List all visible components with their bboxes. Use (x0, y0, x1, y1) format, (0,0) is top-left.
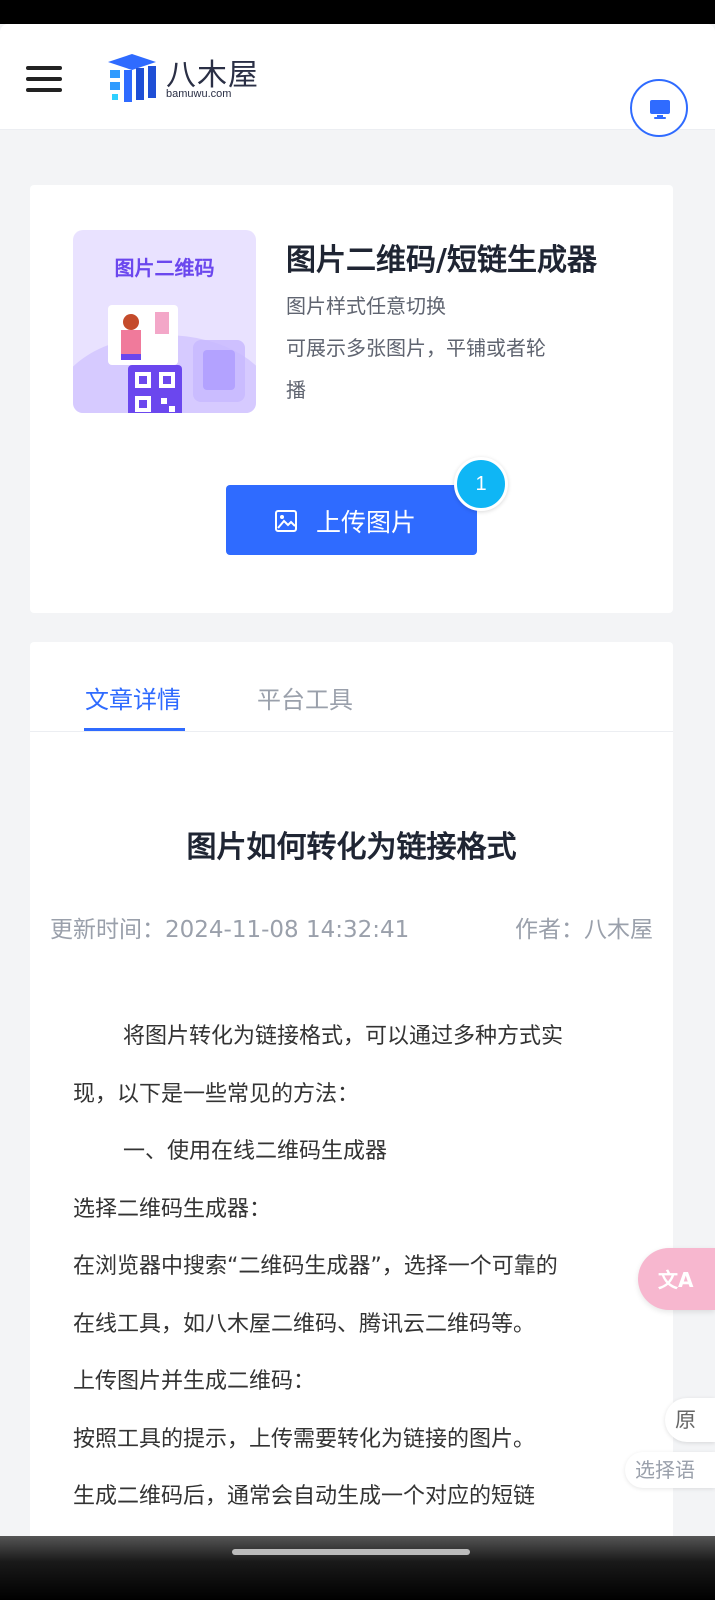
status-bar (0, 0, 715, 24)
image-icon (275, 510, 297, 532)
logo-domain: bamuwu.com (166, 88, 232, 100)
site-header: 八木屋 bamuwu.com (0, 24, 715, 137)
step-badge: 1 (454, 457, 508, 511)
monitor-icon (650, 100, 670, 119)
navigation-bar (0, 1536, 715, 1600)
article-paragraph: 一、使用在线二维码生成器 (123, 1139, 388, 1164)
tab-bar: 文章详情 平台工具 (30, 642, 673, 732)
select-language-button[interactable]: 选择语 (625, 1452, 715, 1488)
product-card: 图片二维码 图片二维码/短链生成器 图片样式任意切换 可展示多张图片，平铺或者轮… (30, 185, 673, 613)
hamburger-menu-icon[interactable] (26, 64, 64, 94)
qr-illustration-icon (73, 305, 256, 413)
article-paragraph: 将图片转化为链接格式，可以通过多种方式实 (123, 1024, 564, 1049)
article-paragraph: 上传图片并生成二维码： (73, 1369, 316, 1394)
article-paragraph: 在浏览器中搜索“二维码生成器”，选择一个可靠的 (73, 1254, 558, 1279)
original-text-button[interactable]: 原 (665, 1398, 715, 1442)
article-author: 作者：八木屋 (515, 917, 653, 943)
product-desc-line: 图片样式任意切换 (286, 294, 446, 318)
product-thumbnail: 图片二维码 (73, 230, 256, 413)
home-indicator[interactable] (232, 1549, 470, 1555)
translate-icon: 文A (658, 1268, 694, 1292)
tab-platform-tools[interactable]: 平台工具 (257, 680, 353, 715)
product-desc-line: 可展示多张图片，平铺或者轮 (286, 336, 546, 360)
upload-image-button[interactable]: 上传图片 (226, 485, 477, 555)
logo-mark-icon (108, 54, 156, 102)
active-tab-indicator (84, 728, 185, 731)
translate-float-button[interactable]: 文A (638, 1248, 715, 1310)
article-title: 图片如何转化为链接格式 (186, 830, 517, 865)
article-paragraph: 选择二维码生成器： (73, 1197, 272, 1222)
product-title: 图片二维码/短链生成器 (286, 243, 597, 278)
article-paragraph: 现，以下是一些常见的方法： (73, 1082, 360, 1107)
article-paragraph: 按照工具的提示，上传需要转化为链接的图片。 (73, 1427, 536, 1452)
desktop-view-button[interactable] (630, 79, 688, 137)
article-updated-time: 更新时间：2024-11-08 14:32:41 (50, 917, 410, 943)
tab-article-details[interactable]: 文章详情 (85, 680, 181, 715)
upload-button-label: 上传图片 (316, 508, 417, 537)
article-paragraph: 在线工具，如八木屋二维码、腾讯云二维码等。 (73, 1312, 536, 1337)
article-card: 文章详情 平台工具 图片如何转化为链接格式 更新时间：2024-11-08 14… (30, 642, 673, 1572)
product-desc-line: 播 (286, 378, 306, 402)
site-logo[interactable]: 八木屋 bamuwu.com (104, 50, 274, 106)
product-description: 图片样式任意切换 可展示多张图片，平铺或者轮 播 (286, 285, 626, 411)
article-paragraph: 生成二维码后，通常会自动生成一个对应的短链 (73, 1484, 536, 1509)
